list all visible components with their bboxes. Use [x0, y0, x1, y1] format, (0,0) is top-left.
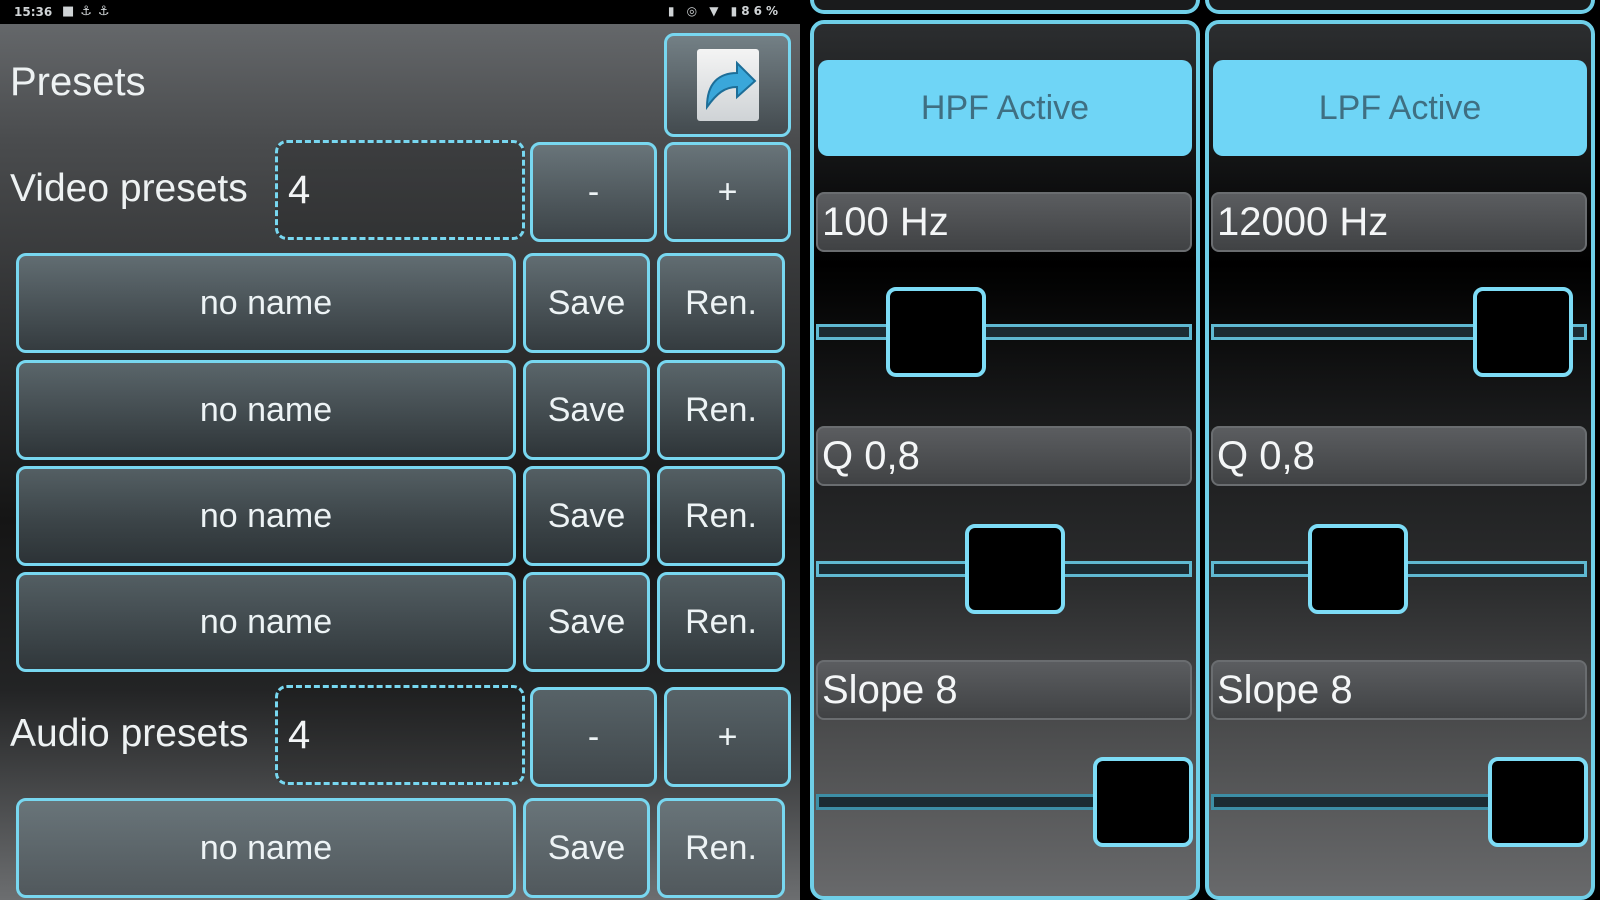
- lpf-panel-top: [1205, 0, 1595, 14]
- preset-name-button[interactable]: no name: [16, 360, 516, 460]
- preset-save-button[interactable]: Save: [523, 572, 650, 672]
- hpf-panel-top: [810, 0, 1200, 14]
- hpf-frequency-value: 100 Hz: [816, 192, 1192, 252]
- preset-rename-button[interactable]: Ren.: [657, 466, 785, 566]
- hpf-frequency-track[interactable]: [816, 324, 1192, 340]
- lpf-frequency-thumb[interactable]: [1473, 287, 1574, 377]
- share-button[interactable]: [664, 33, 791, 137]
- video-presets-decrement-button[interactable]: -: [530, 142, 657, 242]
- lpf-q-thumb[interactable]: [1307, 524, 1408, 614]
- lpf-frequency-value: 12000 Hz: [1211, 192, 1587, 252]
- video-presets-increment-button[interactable]: +: [664, 142, 791, 242]
- preset-rename-button[interactable]: Ren.: [657, 360, 785, 460]
- preset-save-button[interactable]: Save: [523, 360, 650, 460]
- lpf-slope-thumb[interactable]: [1488, 757, 1589, 847]
- preset-rename-button[interactable]: Ren.: [657, 798, 785, 898]
- lpf-slope-value: Slope 8: [1211, 660, 1587, 720]
- battery-level: 86%: [741, 4, 782, 18]
- audio-presets-count[interactable]: 4: [275, 685, 525, 785]
- preset-rename-button[interactable]: Ren.: [657, 253, 785, 353]
- notification-icons: ■⚓⚓: [62, 4, 116, 19]
- audio-presets-label: Audio presets: [10, 712, 249, 755]
- preset-save-button[interactable]: Save: [523, 253, 650, 353]
- preset-save-button[interactable]: Save: [523, 466, 650, 566]
- preset-rename-button[interactable]: Ren.: [657, 572, 785, 672]
- video-presets-label: Video presets: [10, 167, 248, 210]
- preset-save-button[interactable]: Save: [523, 798, 650, 898]
- hpf-q-value: Q 0,8: [816, 426, 1192, 486]
- status-time: 15:36: [14, 5, 53, 19]
- presets-screen: 15:36 ■⚓⚓ ▮ ◎ ▼ ▮86% Presets Video prese…: [0, 0, 800, 900]
- share-arrow-icon: [696, 49, 759, 121]
- lpf-q-value: Q 0,8: [1211, 426, 1587, 486]
- audio-presets-decrement-button[interactable]: -: [530, 687, 657, 787]
- status-icons: ▮ ◎ ▼ ▮86%: [667, 4, 782, 18]
- hpf-active-toggle[interactable]: HPF Active: [818, 60, 1192, 156]
- hpf-slope-thumb[interactable]: [1093, 757, 1194, 847]
- video-presets-count[interactable]: 4: [275, 140, 525, 240]
- page-title: Presets: [10, 60, 146, 104]
- preset-name-button[interactable]: no name: [16, 572, 516, 672]
- filters-screen: HPF Active 100 Hz Q 0,8 Slope 8 LPF Acti…: [800, 0, 1600, 900]
- preset-name-button[interactable]: no name: [16, 466, 516, 566]
- hpf-q-thumb[interactable]: [965, 524, 1066, 614]
- hpf-frequency-thumb[interactable]: [886, 287, 987, 377]
- preset-name-button[interactable]: no name: [16, 253, 516, 353]
- audio-presets-increment-button[interactable]: +: [664, 687, 791, 787]
- hpf-slope-value: Slope 8: [816, 660, 1192, 720]
- lpf-active-toggle[interactable]: LPF Active: [1213, 60, 1587, 156]
- status-bar: 15:36 ■⚓⚓ ▮ ◎ ▼ ▮86%: [0, 0, 800, 24]
- preset-name-button[interactable]: no name: [16, 798, 516, 898]
- lpf-panel: LPF Active 12000 Hz Q 0,8 Slope 8: [1205, 20, 1595, 900]
- hpf-panel: HPF Active 100 Hz Q 0,8 Slope 8: [810, 20, 1200, 900]
